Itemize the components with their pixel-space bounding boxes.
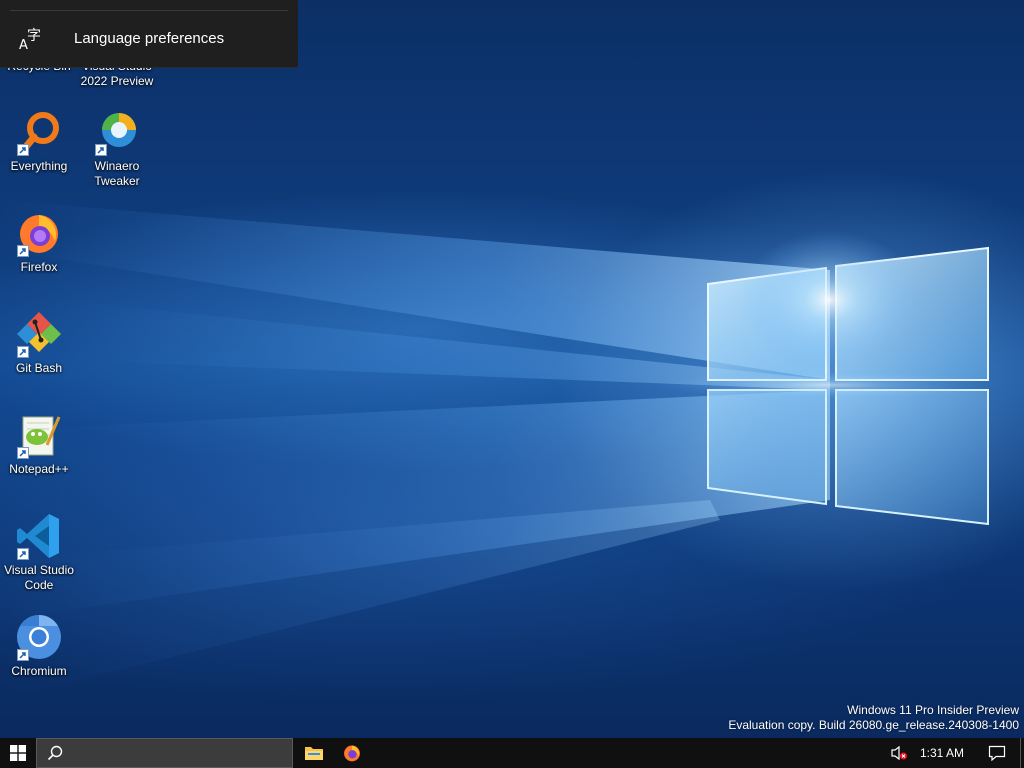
taskbar: 1:31 AM bbox=[0, 738, 1024, 768]
shortcut-arrow-icon bbox=[17, 144, 29, 156]
taskbar-search-box[interactable] bbox=[36, 738, 293, 768]
watermark-edition: Windows 11 Pro Insider Preview bbox=[847, 703, 1019, 717]
desktop-icon-label: Firefox bbox=[20, 260, 58, 274]
desktop-icon-label: Chromium bbox=[11, 664, 67, 678]
everything-search-icon bbox=[15, 108, 63, 156]
desktop-icon-label: Notepad++ bbox=[9, 462, 69, 476]
windows-logo-icon bbox=[10, 745, 26, 761]
search-icon bbox=[47, 745, 63, 761]
desktop-icon-git-bash[interactable]: Git Bash bbox=[1, 310, 77, 376]
winaero-tweaker-icon bbox=[93, 108, 141, 156]
chromium-icon bbox=[15, 613, 63, 661]
shortcut-arrow-icon bbox=[17, 245, 29, 257]
shortcut-arrow-icon bbox=[95, 144, 107, 156]
desktop-icon-label: Git Bash bbox=[15, 361, 63, 375]
git-bash-icon bbox=[15, 310, 63, 358]
taskbar-app-file-explorer[interactable] bbox=[295, 738, 333, 768]
language-icon: A 字 bbox=[16, 23, 56, 53]
firefox-icon bbox=[344, 745, 360, 762]
taskbar-clock[interactable]: 1:31 AM bbox=[912, 746, 974, 760]
system-tray: 1:31 AM bbox=[886, 738, 1024, 768]
file-explorer-icon bbox=[305, 747, 323, 760]
shortcut-arrow-icon bbox=[17, 649, 29, 661]
desktop-icon-everything[interactable]: Everything bbox=[1, 108, 77, 174]
desktop-icon-notepad-plus-plus[interactable]: Notepad++ bbox=[1, 411, 77, 477]
action-center-button[interactable] bbox=[974, 738, 1020, 768]
flyout-separator bbox=[10, 10, 288, 11]
shortcut-arrow-icon bbox=[17, 447, 29, 459]
notification-icon bbox=[988, 745, 1006, 761]
taskbar-app-firefox[interactable] bbox=[333, 738, 371, 768]
svg-text:字: 字 bbox=[27, 28, 41, 44]
language-flyout: A 字 Language preferences bbox=[0, 0, 298, 68]
notepad-plus-plus-icon bbox=[15, 411, 63, 459]
volume-muted-icon bbox=[891, 745, 908, 761]
desktop-icon-vscode[interactable]: Visual Studio Code bbox=[1, 512, 77, 593]
language-preferences-item[interactable]: A 字 Language preferences bbox=[0, 14, 298, 62]
show-desktop-button[interactable] bbox=[1020, 738, 1024, 768]
desktop-icon-label: Everything bbox=[10, 159, 68, 173]
search-input[interactable] bbox=[71, 746, 271, 760]
shortcut-arrow-icon bbox=[17, 346, 29, 358]
desktop-icon-label: Visual Studio Code bbox=[4, 563, 74, 592]
desktop-icon-label: Winaero Tweaker bbox=[94, 159, 140, 188]
build-watermark: Windows 11 Pro Insider Preview Evaluatio… bbox=[728, 703, 1019, 733]
language-preferences-label: Language preferences bbox=[74, 29, 225, 47]
watermark-build: Evaluation copy. Build 26080.ge_release.… bbox=[728, 718, 1019, 732]
firefox-icon bbox=[15, 209, 63, 257]
shortcut-arrow-icon bbox=[17, 548, 29, 560]
desktop-icon-chromium[interactable]: Chromium bbox=[1, 613, 77, 679]
volume-button[interactable] bbox=[886, 738, 912, 768]
desktop-icon-winaero-tweaker[interactable]: Winaero Tweaker bbox=[79, 108, 155, 189]
start-button[interactable] bbox=[0, 738, 36, 768]
vscode-icon bbox=[15, 512, 63, 560]
desktop-icon-firefox[interactable]: Firefox bbox=[1, 209, 77, 275]
